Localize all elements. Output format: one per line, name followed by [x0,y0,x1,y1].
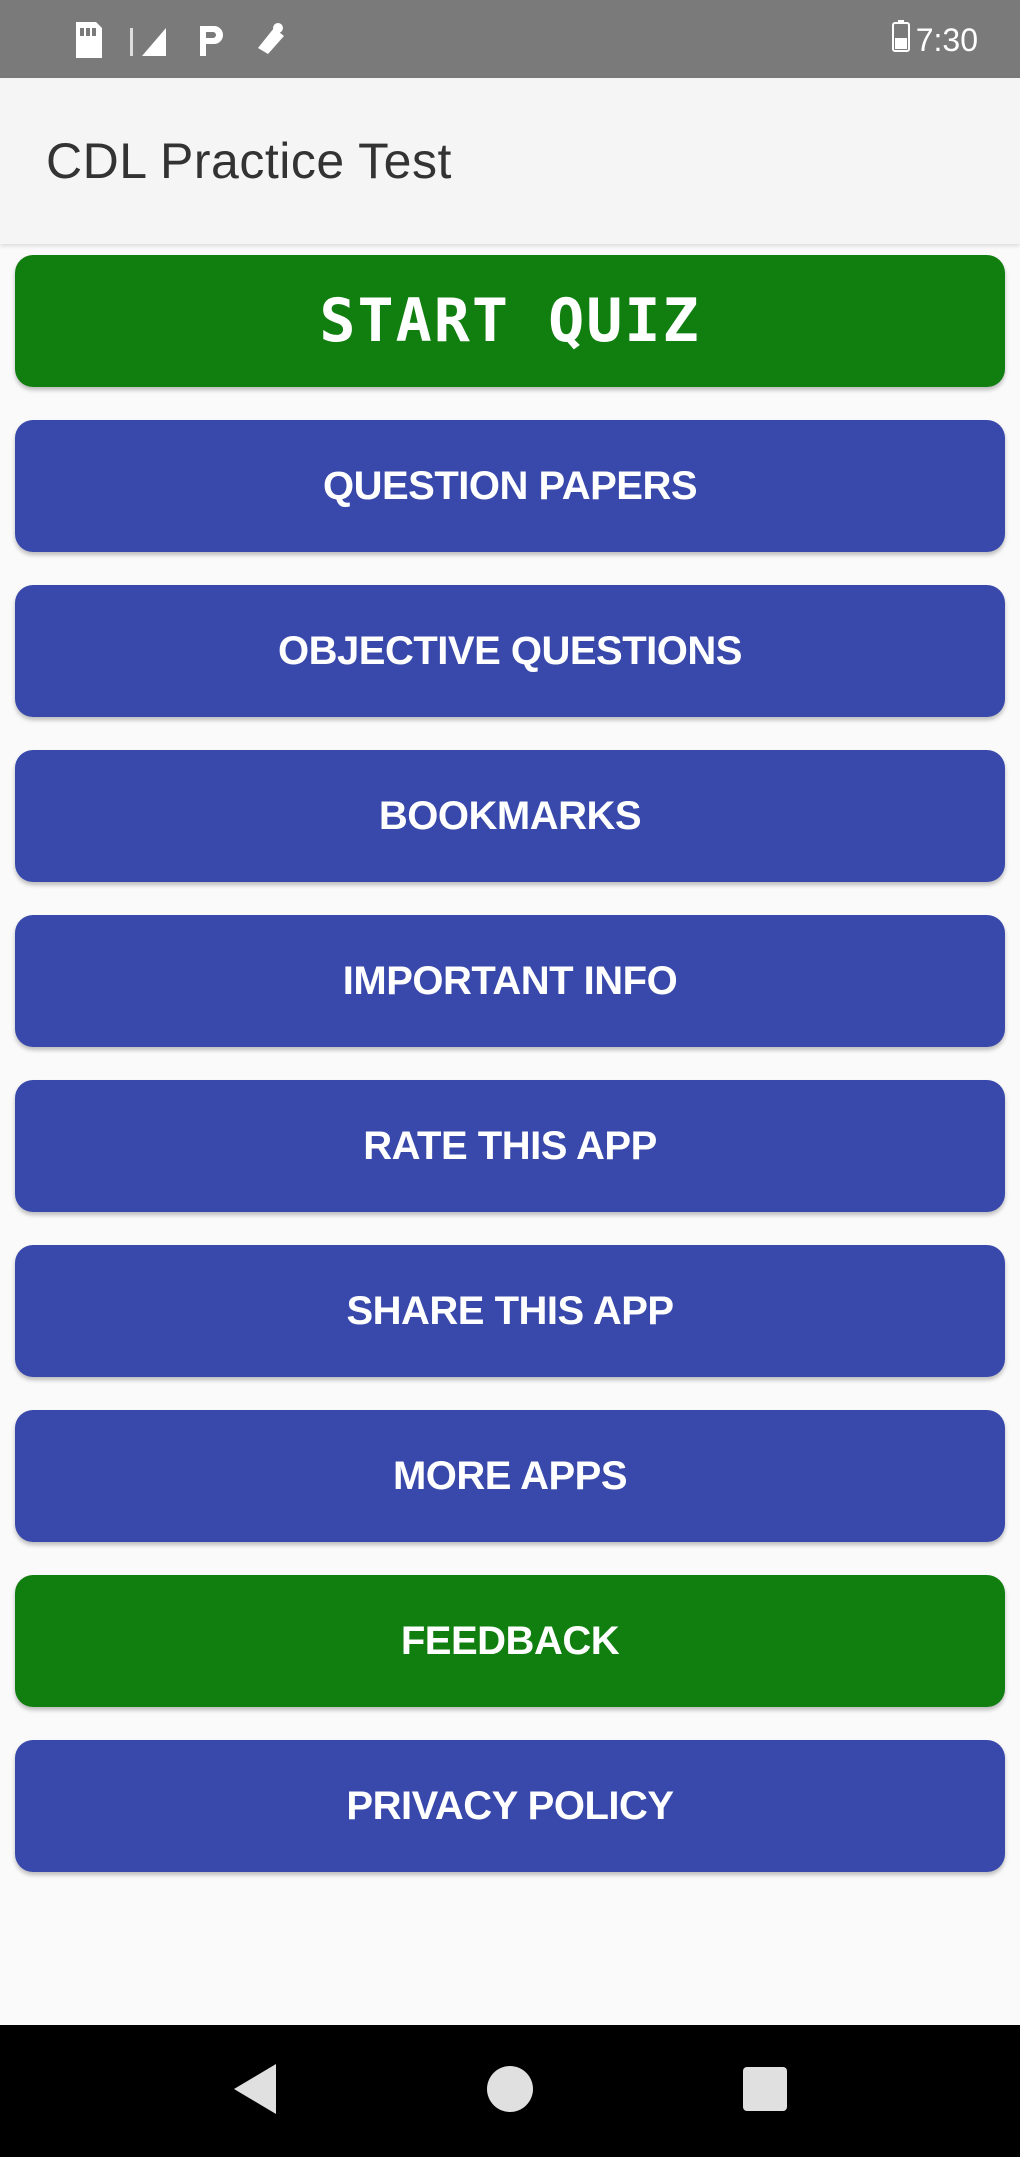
start-quiz-button[interactable]: START QUIZ [15,255,1005,387]
back-icon [230,2062,280,2121]
status-left-icons [70,18,288,62]
home-button[interactable] [450,2025,570,2157]
feedback-button[interactable]: FEEDBACK [15,1575,1005,1707]
more-apps-button[interactable]: MORE APPS [15,1410,1005,1542]
recents-button[interactable] [705,2025,825,2157]
objective-questions-button[interactable]: OBJECTIVE QUESTIONS [15,585,1005,717]
status-time: 7:30 [915,21,978,58]
main-menu: START QUIZ QUESTION PAPERS OBJECTIVE QUE… [15,255,1005,1905]
back-button[interactable] [195,2025,315,2157]
rate-this-app-button[interactable]: RATE THIS APP [15,1080,1005,1212]
notification-icon [252,22,288,58]
status-bar: 7:30 [0,0,1020,78]
privacy-policy-button[interactable]: PRIVACY POLICY [15,1740,1005,1872]
parking-icon [196,22,226,58]
important-info-button[interactable]: IMPORTANT INFO [15,915,1005,1047]
signal-icon [130,22,170,58]
question-papers-button[interactable]: QUESTION PAPERS [15,420,1005,552]
status-right: 7:30 [891,18,978,62]
sd-card-icon [70,20,104,60]
share-this-app-button[interactable]: SHARE THIS APP [15,1245,1005,1377]
app-title: CDL Practice Test [46,133,452,189]
app-bar: CDL Practice Test [0,78,1020,244]
navigation-bar [0,2025,1020,2157]
battery-icon [891,20,910,60]
recents-icon [742,2066,788,2117]
home-icon [485,2064,535,2119]
bookmarks-button[interactable]: BOOKMARKS [15,750,1005,882]
